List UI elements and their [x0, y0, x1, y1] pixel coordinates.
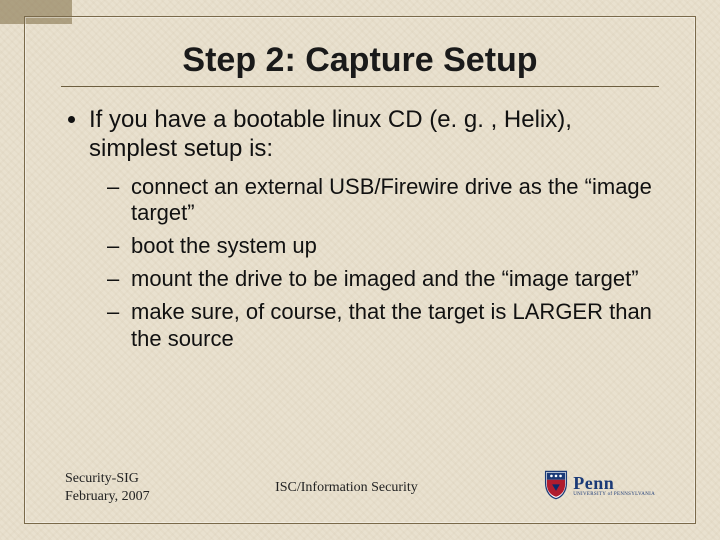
slide: Step 2: Capture Setup If you have a boot…: [0, 0, 720, 540]
footer: Security-SIG February, 2007 ISC/Informat…: [65, 470, 655, 505]
footer-left-line2: February, 2007: [65, 488, 150, 506]
footer-center: ISC/Information Security: [150, 480, 544, 496]
footer-left: Security-SIG February, 2007: [65, 470, 150, 505]
bullet-level1: If you have a bootable linux CD (e. g. ,…: [89, 105, 659, 353]
penn-logo-text: Penn UNIVERSITY of PENNSYLVANIA: [573, 474, 655, 497]
subbullet-list: connect an external USB/Firewire drive a…: [103, 174, 659, 353]
footer-left-line1: Security-SIG: [65, 470, 150, 488]
subbullet-item: boot the system up: [127, 233, 659, 260]
shield-icon: [543, 470, 569, 500]
title-underline: [61, 86, 659, 87]
footer-right: Penn UNIVERSITY of PENNSYLVANIA: [543, 470, 655, 505]
penn-logo-sub: UNIVERSITY of PENNSYLVANIA: [573, 492, 655, 497]
bullet-level1-text: If you have a bootable linux CD (e. g. ,…: [89, 106, 572, 162]
bullet-list: If you have a bootable linux CD (e. g. ,…: [67, 105, 659, 353]
slide-frame: Step 2: Capture Setup If you have a boot…: [24, 16, 696, 524]
penn-logo: Penn UNIVERSITY of PENNSYLVANIA: [543, 470, 655, 500]
subbullet-item: mount the drive to be imaged and the “im…: [127, 266, 659, 293]
subbullet-item: make sure, of course, that the target is…: [127, 299, 659, 353]
slide-title: Step 2: Capture Setup: [61, 41, 659, 80]
subbullet-item: connect an external USB/Firewire drive a…: [127, 174, 659, 228]
penn-logo-word: Penn: [573, 474, 655, 492]
